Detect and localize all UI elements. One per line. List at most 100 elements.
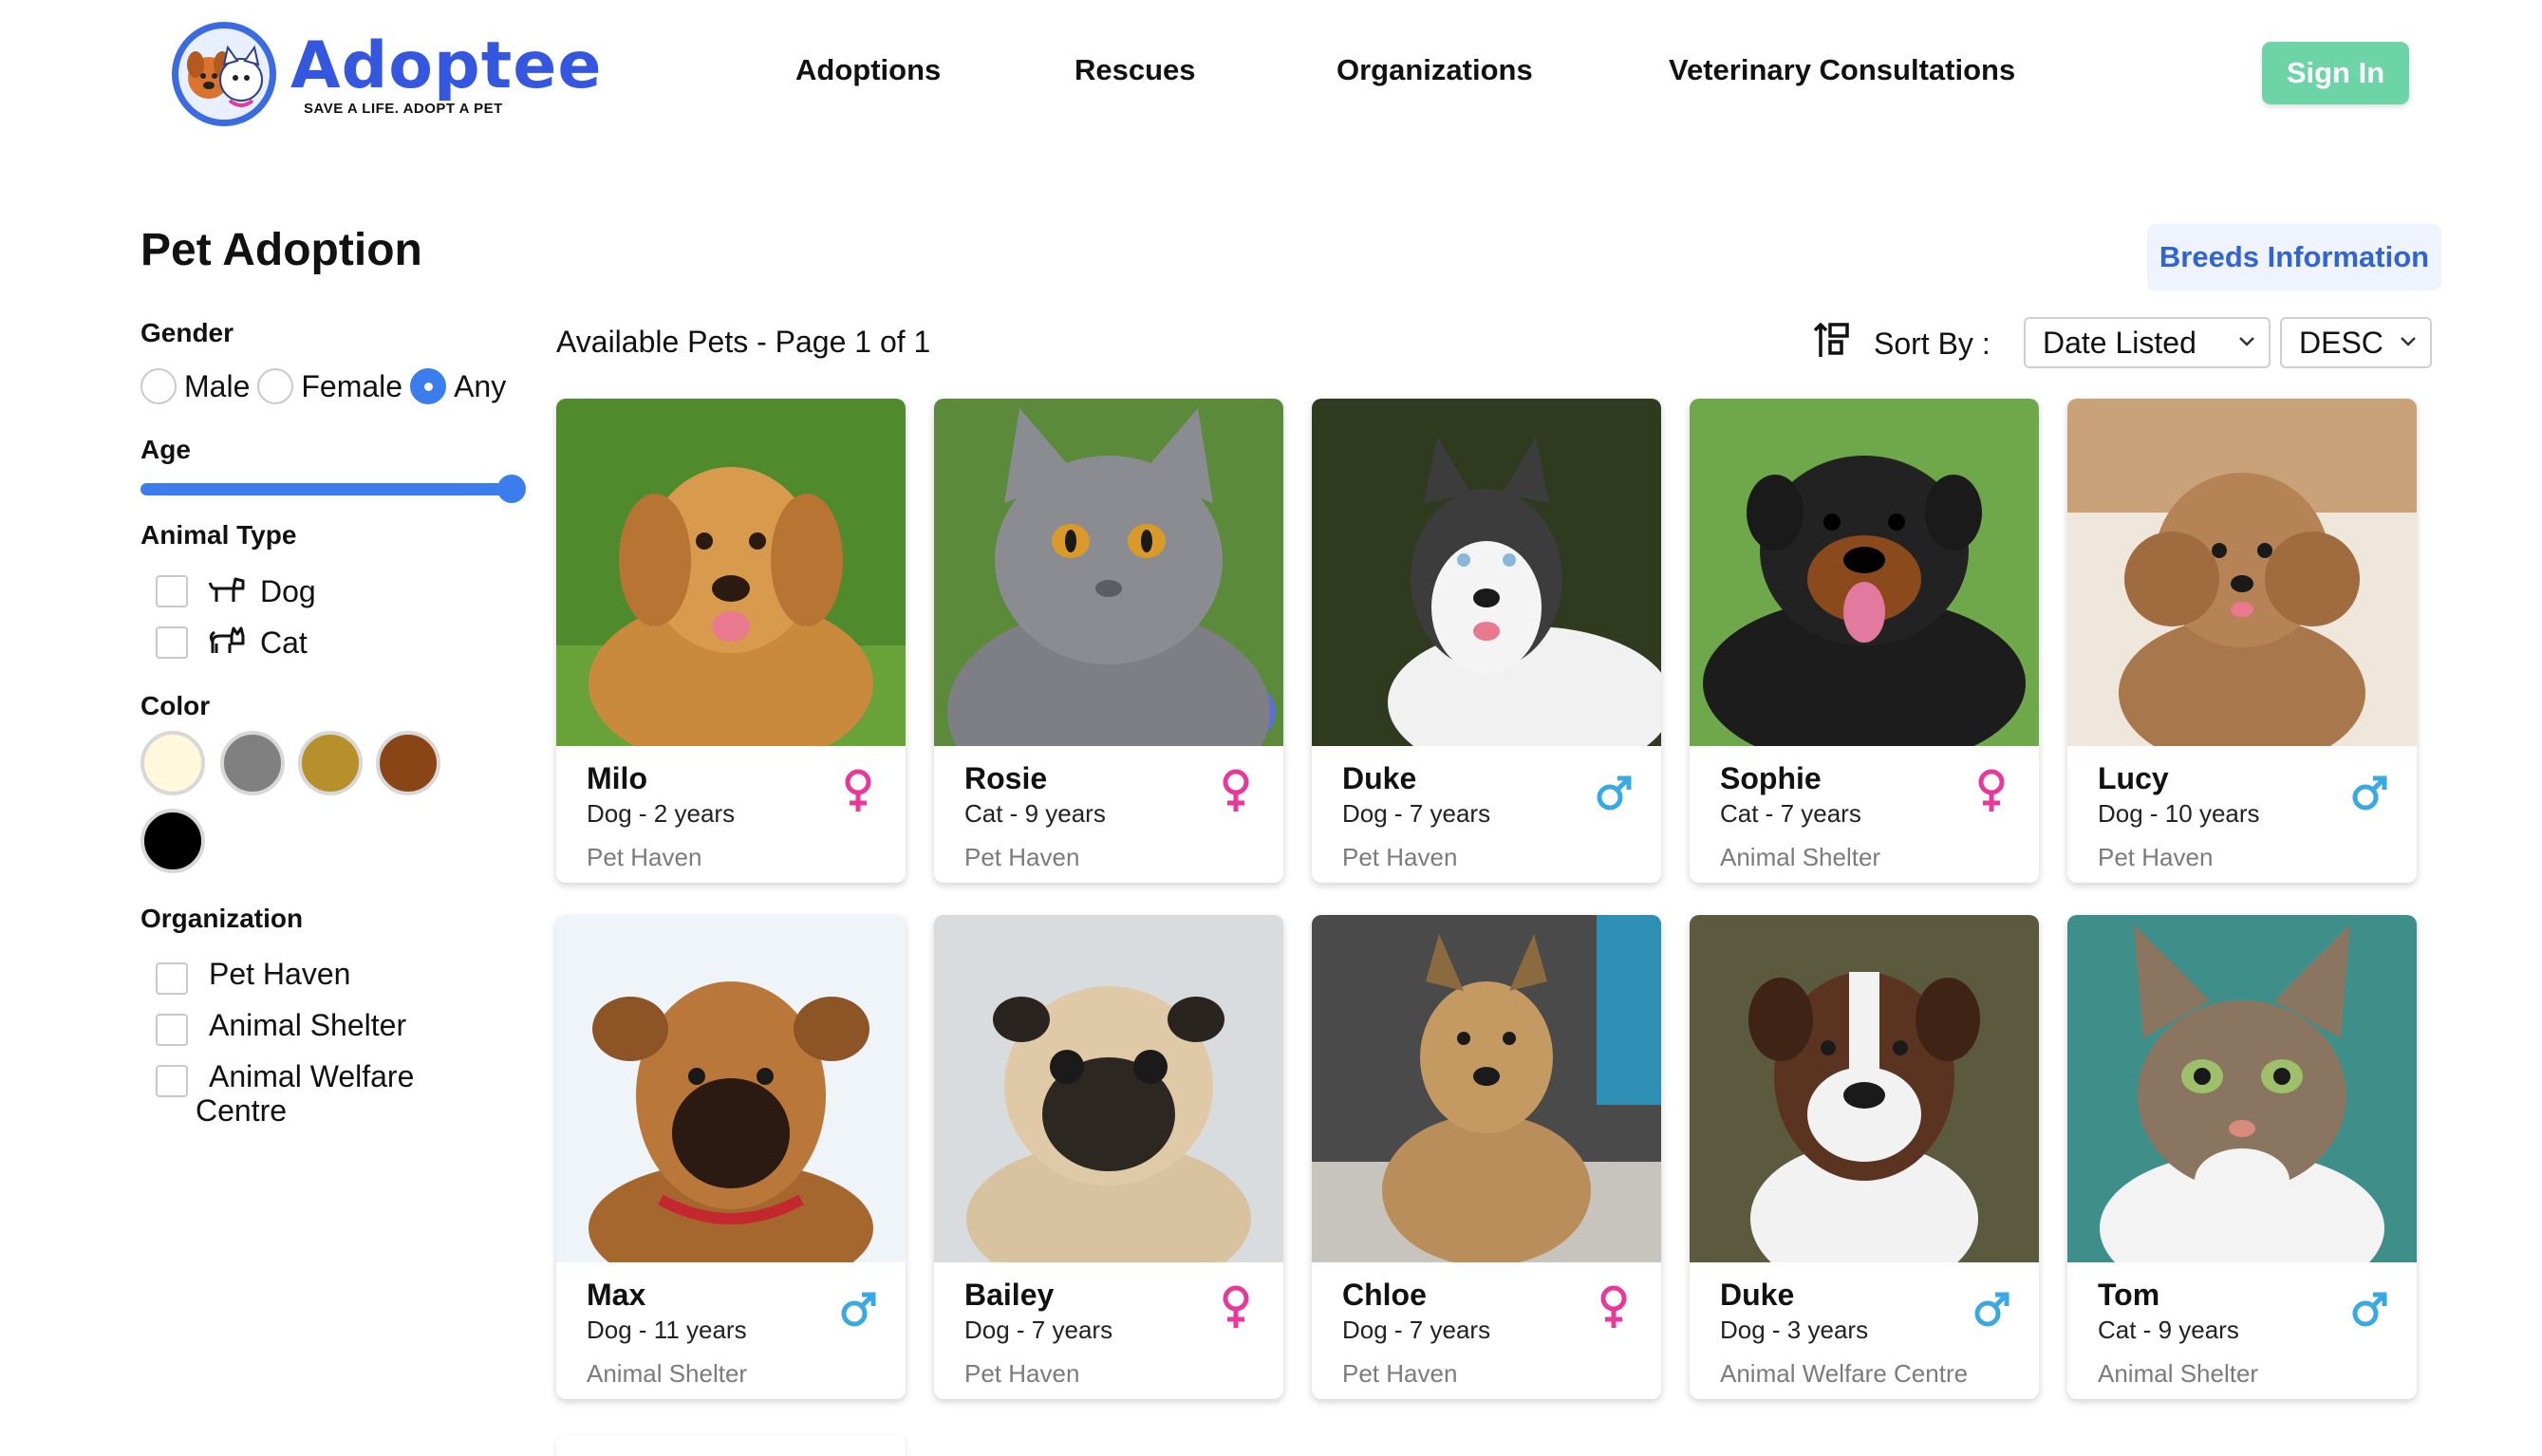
color-swatch-gray[interactable] (220, 731, 285, 795)
organization-filter-title: Organization (140, 904, 304, 933)
pet-photo-boxer-white (1690, 915, 2039, 1262)
color-swatch-black[interactable] (140, 809, 205, 873)
chevron-down-icon (2401, 337, 2416, 346)
org-pet-haven-label[interactable]: Pet Haven (209, 957, 350, 991)
breeds-information-button[interactable]: Breeds Information (2147, 224, 2441, 290)
gender-male-radio[interactable] (140, 368, 177, 404)
gender-female-radio[interactable] (257, 368, 294, 404)
gender-filter-title: Gender (140, 318, 234, 347)
nav-adoptions[interactable]: Adoptions (795, 53, 941, 87)
pet-card[interactable]: Chloe Dog - 7 years Pet Haven (1312, 915, 1661, 1399)
age-slider-thumb[interactable] (497, 475, 526, 503)
pet-photo-boxer-brown (556, 915, 906, 1262)
pet-organization: Animal Shelter (2098, 1359, 2259, 1388)
brand-logo[interactable]: Adoptee SAVE A LIFE. ADOPT A PET (169, 19, 602, 129)
sort-order-select[interactable]: DESC (2280, 317, 2432, 368)
pet-type-age: Cat - 7 years (1720, 799, 1861, 828)
nav-rescues[interactable]: Rescues (1075, 53, 1196, 87)
org-animal-welfare-label[interactable]: Animal Welfare (209, 1059, 414, 1093)
gender-male-label[interactable]: Male (184, 369, 250, 404)
pet-name: Rosie (964, 761, 1048, 795)
pet-card[interactable]: Sophie Cat - 7 years Animal Shelter (1690, 399, 2039, 883)
animal-type-dog-option[interactable]: Dog (156, 573, 316, 609)
pet-name: Milo (587, 761, 647, 795)
age-slider[interactable] (140, 475, 526, 503)
pet-organization: Pet Haven (2098, 843, 2214, 871)
logo-badge-icon (172, 22, 276, 126)
pet-organization: Pet Haven (964, 843, 1080, 871)
sort-order-icon[interactable] (1811, 319, 1853, 361)
pet-organization: Animal Shelter (587, 1359, 748, 1388)
male-icon (2352, 1292, 2387, 1327)
org-animal-welfare-centre-checkbox[interactable] (156, 1065, 188, 1097)
pet-photo-golden-retriever (556, 399, 906, 746)
org-animal-welfare-centre-label-line2[interactable]: Centre (196, 1093, 287, 1128)
pet-card-partial[interactable] (556, 1435, 906, 1456)
male-icon (2352, 775, 2387, 811)
sort-by-label: Sort By : (1874, 327, 1991, 361)
sort-field-select[interactable]: Date Listed (2024, 317, 2271, 368)
female-icon (1978, 769, 2005, 812)
color-swatch-brown[interactable] (376, 731, 440, 795)
cat-label[interactable]: Cat (260, 625, 308, 661)
pet-card[interactable]: Lucy Dog - 10 years Pet Haven (2067, 399, 2417, 883)
cat-checkbox[interactable] (156, 626, 188, 659)
dog-icon (208, 577, 245, 602)
pet-card[interactable]: Max Dog - 11 years Animal Shelter (556, 915, 906, 1399)
pet-type-age: Dog - 3 years (1720, 1316, 1869, 1344)
nav-organizations[interactable]: Organizations (1336, 53, 1533, 87)
cat-icon (209, 626, 245, 653)
pet-card[interactable]: Bailey Dog - 7 years Pet Haven (934, 915, 1283, 1399)
available-pets-summary: Available Pets - Page 1 of 1 (556, 325, 931, 359)
pet-organization: Pet Haven (964, 1359, 1080, 1388)
org-animal-welfare-centre-option[interactable]: Animal Welfare (156, 1059, 414, 1097)
org-animal-shelter-checkbox[interactable] (156, 1014, 188, 1046)
pet-name: Sophie (1720, 761, 1822, 795)
pet-name: Duke (1720, 1278, 1795, 1312)
org-pet-haven-checkbox[interactable] (156, 962, 188, 995)
brand-name: Adoptee (290, 28, 603, 103)
pet-organization: Pet Haven (587, 843, 702, 871)
org-pet-haven-option[interactable]: Pet Haven (156, 957, 350, 995)
female-icon (1600, 1285, 1627, 1328)
pet-card[interactable]: Milo Dog - 2 years Pet Haven (556, 399, 906, 883)
chevron-down-icon (2239, 337, 2254, 346)
pet-photo-rottweiler (1690, 399, 2039, 746)
pet-type-age: Dog - 7 years (964, 1316, 1113, 1344)
pet-card[interactable]: Duke Dog - 7 years Pet Haven (1312, 399, 1661, 883)
dog-checkbox[interactable] (156, 575, 188, 607)
gender-any-label[interactable]: Any (454, 369, 506, 404)
page-title: Pet Adoption (140, 225, 422, 275)
color-swatch-cream[interactable] (140, 731, 205, 795)
pet-type-age: Dog - 7 years (1342, 799, 1491, 828)
pet-type-age: Dog - 11 years (587, 1316, 747, 1344)
pet-type-age: Dog - 10 years (2098, 799, 2260, 828)
sign-in-button[interactable]: Sign In (2262, 42, 2409, 104)
pet-photo-terrier (1312, 915, 1661, 1262)
gender-any-radio[interactable] (410, 368, 447, 404)
pet-card[interactable]: Tom Cat - 9 years Animal Shelter (2067, 915, 2417, 1399)
pet-organization: Pet Haven (1342, 1359, 1458, 1388)
org-animal-shelter-option[interactable]: Animal Shelter (156, 1008, 406, 1046)
pet-type-age: Dog - 2 years (587, 799, 736, 828)
gender-radio-group: Male Female Any (140, 368, 514, 404)
female-icon (1223, 769, 1249, 812)
pet-photo-tabby-cat (2067, 915, 2417, 1262)
pet-photo-gray-cat (934, 399, 1283, 746)
top-navbar: Adoptee SAVE A LIFE. ADOPT A PET Adoptio… (0, 0, 2542, 152)
pet-card[interactable]: Rosie Cat - 9 years Pet Haven (934, 399, 1283, 883)
color-swatch-gold[interactable] (298, 731, 363, 795)
pet-type-age: Cat - 9 years (964, 799, 1106, 828)
male-icon (1974, 1292, 2009, 1327)
animal-type-cat-option[interactable]: Cat (156, 625, 308, 661)
sort-order-value: DESC (2299, 325, 2383, 360)
female-icon (1223, 1285, 1249, 1328)
pet-card[interactable]: Duke Dog - 3 years Animal Welfare Centre (1690, 915, 2039, 1399)
nav-veterinary-consultations[interactable]: Veterinary Consultations (1669, 53, 2015, 87)
org-animal-welfare-centre-wrap[interactable]: Centre (196, 1093, 287, 1128)
dog-label[interactable]: Dog (260, 574, 316, 609)
pet-organization: Animal Shelter (1720, 843, 1881, 871)
pet-photo-poodle (2067, 399, 2417, 746)
org-animal-shelter-label[interactable]: Animal Shelter (209, 1008, 406, 1042)
gender-female-label[interactable]: Female (301, 369, 402, 404)
